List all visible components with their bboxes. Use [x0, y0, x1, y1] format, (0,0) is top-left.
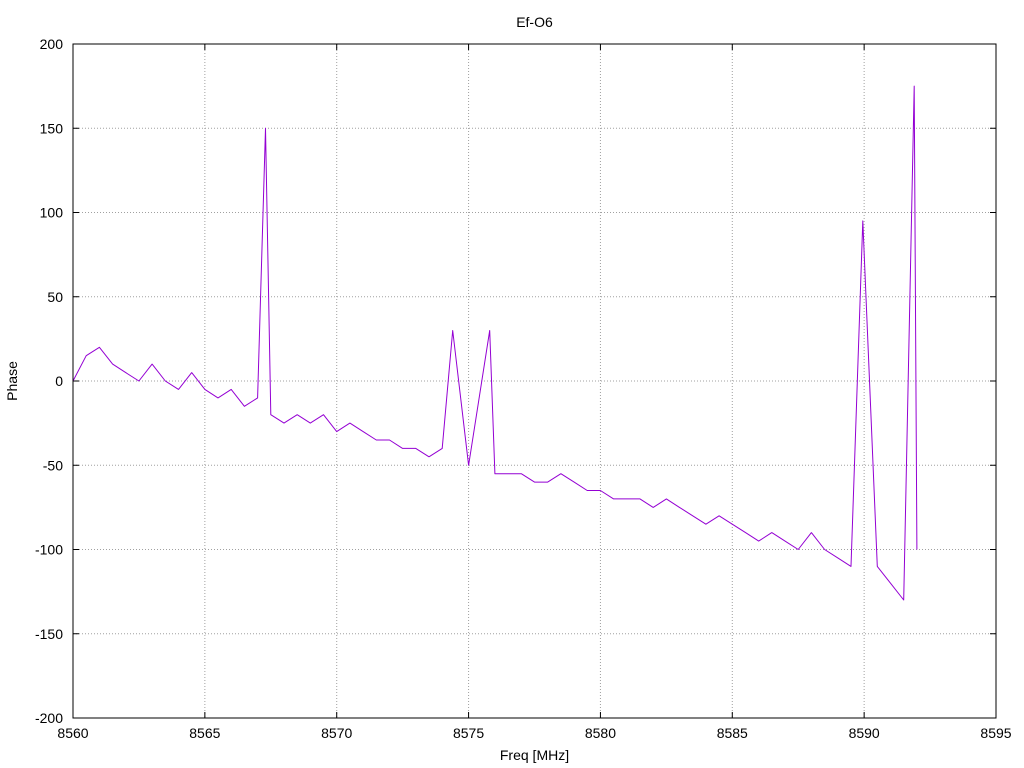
x-tick-label: 8580 [585, 725, 616, 741]
x-tick-label: 8570 [321, 725, 352, 741]
tick-labels: 8560 8565 8570 8575 8580 8585 8590 8595 -200 -150… [35, 36, 1012, 741]
y-tick-label: 150 [40, 120, 64, 136]
y-tick-label: 200 [40, 36, 64, 52]
y-tick-label: 0 [55, 373, 63, 389]
series-layer [72, 85, 918, 601]
y-tick-label: -100 [35, 542, 63, 558]
y-tick-label: 100 [40, 205, 64, 221]
chart-title: Ef-O6 [516, 14, 553, 30]
series-line [72, 85, 918, 601]
x-tick-label: 8575 [453, 725, 484, 741]
y-tick-label: 50 [47, 289, 63, 305]
x-tick-label: 8560 [57, 725, 88, 741]
y-tick-label: -150 [35, 626, 63, 642]
y-tick-label: -50 [43, 457, 63, 473]
x-tick-label: 8595 [980, 725, 1011, 741]
y-tick-label: -200 [35, 710, 63, 726]
y-axis-label: Phase [4, 361, 20, 401]
x-tick-label: 8585 [717, 725, 748, 741]
x-tick-label: 8565 [189, 725, 220, 741]
x-axis-label: Freq [MHz] [500, 747, 569, 763]
phase-chart: 8560 8565 8570 8575 8580 8585 8590 8595 -200 -150… [4, 14, 1012, 763]
x-tick-label: 8590 [849, 725, 880, 741]
